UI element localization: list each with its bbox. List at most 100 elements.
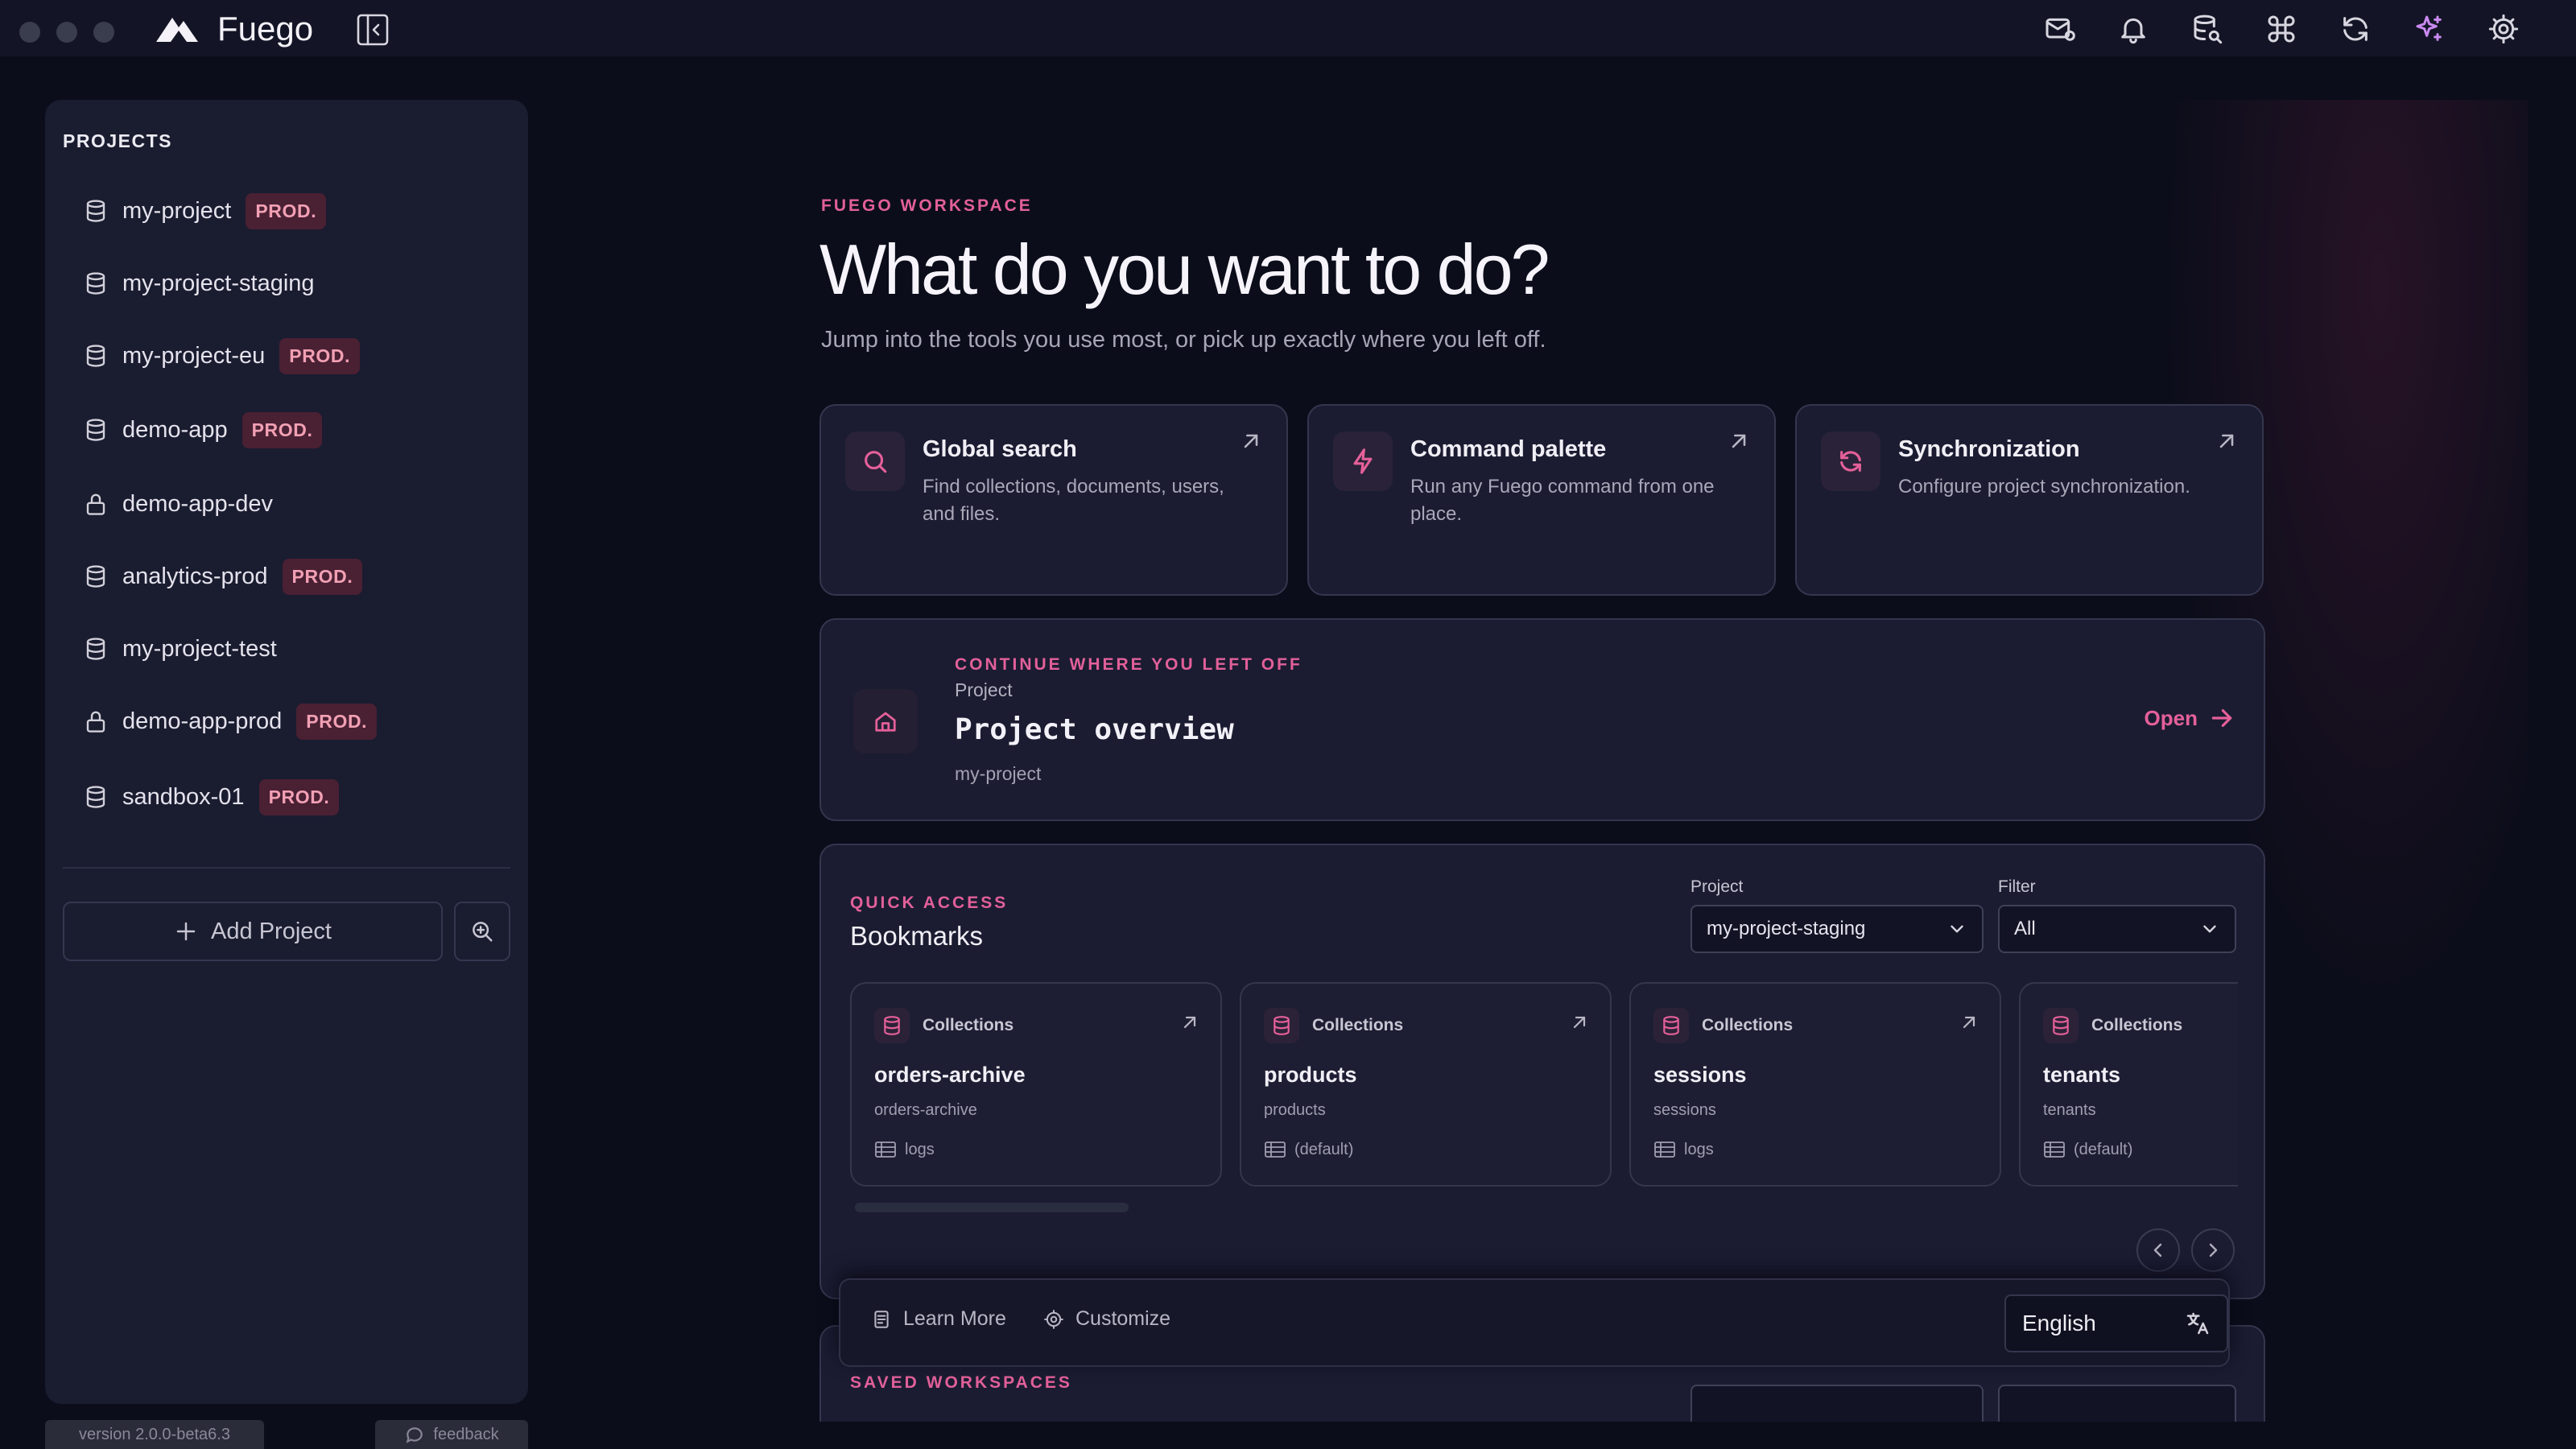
search-projects-button[interactable] [454,902,510,961]
bookmark-database: logs [874,1140,935,1159]
bookmark-card[interactable]: Collections products products (default) [1240,982,1612,1187]
arrow-up-right-icon [2219,434,2234,448]
database-icon [86,638,105,660]
plus-icon [176,922,196,941]
collection-icon-tile [1653,1008,1689,1043]
bookmark-card[interactable]: Collections orders-archive orders-archiv… [850,982,1222,1187]
sidebar-item-my-project-test[interactable]: my-project-test [84,625,277,673]
customize-label: Customize [1075,1307,1171,1330]
saved-project-select[interactable] [1690,1385,1984,1422]
bookmark-card[interactable]: Collections sessions sessions logs [1629,982,2001,1187]
brand: Fuego [155,6,313,52]
synchronization-card[interactable]: Synchronization Configure project synchr… [1795,404,2264,596]
continue-kind: Project [955,679,1013,700]
carousel-scrollbar[interactable] [855,1203,1129,1212]
settings-button[interactable] [2486,11,2521,47]
bookmark-database: (default) [1264,1140,1353,1159]
learn-more-label: Learn More [903,1307,1006,1330]
language-value: English [2022,1311,2096,1335]
sidebar-toggle-icon [357,14,389,46]
search-icon-tile [845,431,905,491]
card-title: Command palette [1410,436,1607,462]
hero-eyebrow: FUEGO WORKSPACE [821,196,1033,215]
prod-badge: PROD. [246,192,327,229]
card-description: Configure project synchronization. [1898,476,2190,497]
chevron-left-icon [2153,1243,2162,1257]
bookmark-name: sessions [1653,1063,1747,1087]
command-button[interactable] [2264,11,2299,47]
command-palette-card[interactable]: Command palette Run any Fuego command fr… [1307,404,1776,596]
prod-badge: PROD. [258,778,340,815]
open-label: Open [2144,705,2198,730]
database-search-button[interactable] [2190,11,2225,47]
sidebar-divider [63,867,510,869]
table-icon [1654,1141,1675,1158]
card-description: Run any Fuego command from one place. [1410,476,1715,525]
sidebar-item-analytics-prod[interactable]: analytics-prod PROD. [84,552,363,601]
continue-card[interactable]: CONTINUE WHERE YOU LEFT OFF Project Proj… [819,618,2265,821]
bottom-toolbar: Learn More Customize English [839,1278,2230,1367]
project-name: demo-app-dev [122,490,273,517]
learn-more-button[interactable]: Learn More [871,1307,1006,1331]
database-icon [1663,1016,1679,1035]
bookmark-category: Collections [923,1016,1014,1034]
collection-icon-tile [874,1008,910,1043]
sidebar-item-my-project[interactable]: my-project PROD. [84,187,327,235]
fuego-logo-icon [156,18,198,42]
bookmark-database-name: logs [905,1140,935,1158]
bell-icon [2121,18,2145,44]
database-icon [86,786,105,808]
table-icon [2044,1141,2065,1158]
sidebar-item-sandbox-01[interactable]: sandbox-01 PROD. [84,773,340,821]
app-title: Fuego [217,10,314,47]
feedback-label: feedback [433,1425,499,1443]
saved-workspaces-eyebrow: SAVED WORKSPACES [850,1373,1072,1392]
chat-icon [407,1427,423,1443]
sidebar-item-demo-app-prod[interactable]: demo-app-prod PROD. [84,697,378,745]
carousel-prev-button[interactable] [2136,1228,2180,1272]
page-subtitle: Jump into the tools you use most, or pic… [821,327,1546,353]
mail-button[interactable] [2041,11,2077,47]
prod-badge: PROD. [279,337,361,374]
feedback-button[interactable]: feedback [375,1420,528,1449]
global-search-card[interactable]: Global search Find collections, document… [819,404,1288,596]
language-select[interactable]: English [2004,1294,2228,1352]
customize-button[interactable]: Customize [1043,1307,1170,1331]
prod-badge: PROD. [282,558,363,595]
sidebar-item-demo-app-dev[interactable]: demo-app-dev [84,480,273,528]
bookmark-category: Collections [2091,1016,2183,1034]
window-zoom-button[interactable] [93,22,114,43]
sidebar-item-demo-app[interactable]: demo-app PROD. [84,406,323,454]
command-icon [2268,15,2295,43]
database-icon [86,419,105,441]
project-name: my-project [122,197,232,224]
bookmark-card[interactable]: Collections tenants tenants (default) [2019,982,2238,1187]
collection-icon-tile [1264,1008,1299,1043]
saved-database-select[interactable] [1998,1385,2236,1422]
carousel-next-button[interactable] [2191,1228,2235,1272]
bolt-icon-tile [1333,431,1393,491]
sidebar-item-my-project-staging[interactable]: my-project-staging [84,259,315,308]
quick-access-panel: QUICK ACCESS Bookmarks Project my-projec… [819,844,2265,1299]
notifications-button[interactable] [2116,11,2151,47]
sparkles-icon [2416,15,2442,41]
card-title: Synchronization [1898,436,2080,462]
ai-assistant-button[interactable] [2412,11,2447,47]
prod-badge: PROD. [296,703,378,740]
window-close-button[interactable] [19,22,40,43]
project-name: analytics-prod [122,563,268,589]
database-icon [2053,1016,2069,1035]
add-project-button[interactable]: Add Project [63,902,443,961]
bookmark-name: tenants [2043,1063,2121,1087]
bookmark-name: orders-archive [874,1063,1026,1087]
window-minimize-button[interactable] [56,22,77,43]
bookmark-database-name: (default) [1294,1140,1354,1158]
document-icon [874,1310,889,1328]
zoom-in-icon [473,922,493,942]
sidebar-item-my-project-eu[interactable]: my-project-eu PROD. [84,332,361,380]
sync-button[interactable] [2338,11,2373,47]
toggle-sidebar-button[interactable] [354,11,391,48]
open-button[interactable]: Open [2145,705,2235,731]
home-icon [875,712,896,732]
sync-icon [1840,451,1861,472]
